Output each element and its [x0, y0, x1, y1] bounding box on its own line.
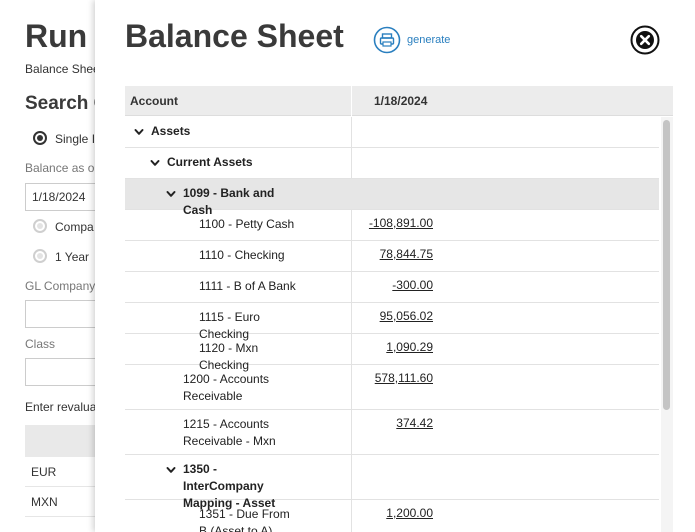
radio-single[interactable]	[33, 131, 47, 145]
row-account-label: 1351 - Due From B (Asset to A)	[199, 507, 290, 532]
row-divider	[351, 500, 352, 532]
tree-row[interactable]: Assets	[125, 117, 659, 148]
column-header-account[interactable]: Account	[130, 94, 178, 108]
row-divider	[351, 303, 352, 333]
print-icon	[373, 26, 401, 54]
scrollbar-thumb[interactable]	[663, 120, 670, 410]
row-account-label: 1110 - Checking	[199, 248, 285, 262]
row-amount-link[interactable]: 78,844.75	[380, 247, 433, 261]
tree-row[interactable]: 1200 - Accounts Receivable 578,111.60	[125, 365, 659, 410]
chevron-down-icon[interactable]	[150, 158, 160, 168]
chevron-down-icon[interactable]	[134, 127, 144, 137]
tree-row[interactable]: 1100 - Petty Cash -108,891.00	[125, 210, 659, 241]
row-account-label: 1215 - Accounts Receivable - Mxn	[183, 417, 276, 448]
chevron-down-icon[interactable]	[166, 189, 176, 199]
row-amount-link[interactable]: 1,200.00	[386, 506, 433, 520]
row-divider	[351, 210, 352, 240]
grid-scrollbar[interactable]	[661, 117, 673, 532]
tree-row[interactable]: 1350 - InterCompany Mapping - Asset	[125, 455, 659, 510]
column-divider	[351, 86, 352, 116]
page-subtitle: Balance Shee	[25, 62, 100, 76]
class-label: Class	[25, 337, 56, 351]
tree-row[interactable]: 1351 - Due From B (Asset to A) 1,200.00	[125, 500, 659, 532]
row-account-label: Current Assets	[167, 155, 253, 169]
close-button[interactable]	[630, 25, 660, 55]
row-account-label: Assets	[151, 124, 191, 138]
row-amount-link[interactable]: -108,891.00	[369, 216, 433, 230]
generate-label: generate	[407, 34, 451, 46]
balance-sheet-grid: Account 1/18/2024 Assets Current Assets 10…	[125, 86, 673, 532]
row-account-label: 1100 - Petty Cash	[199, 217, 295, 231]
row-divider	[351, 272, 352, 302]
row-divider	[351, 148, 352, 178]
tree-row[interactable]: 1215 - Accounts Receivable - Mxn 374.42	[125, 410, 659, 455]
radio-year-label: 1 Year	[55, 250, 90, 264]
row-amount-link[interactable]: 95,056.02	[380, 309, 433, 323]
grid-header: Account 1/18/2024	[125, 86, 673, 116]
row-divider	[351, 455, 352, 499]
column-header-date[interactable]: 1/18/2024	[374, 94, 427, 108]
close-icon	[630, 25, 660, 55]
tree-row[interactable]: 1099 - Bank and Cash	[125, 179, 659, 217]
row-amount-link[interactable]: 1,090.29	[386, 340, 433, 354]
row-amount-link[interactable]: 578,111.60	[375, 371, 433, 385]
row-divider	[351, 410, 352, 454]
gl-company-label: GL Company	[25, 279, 96, 293]
tree-row[interactable]: 1115 - Euro Checking 95,056.02	[125, 303, 659, 341]
row-account-label: 1111 - B of A Bank	[199, 279, 296, 293]
row-divider	[351, 365, 352, 409]
row-divider	[351, 117, 352, 147]
row-account-label: 1200 - Accounts Receivable	[183, 372, 270, 403]
page-title: Run	[25, 18, 88, 54]
tree-row[interactable]: 1120 - Mxn Checking 1,090.29	[125, 334, 659, 372]
generate-button[interactable]: generate	[373, 26, 450, 54]
row-divider	[351, 179, 352, 209]
balance-sheet-modal: Balance Sheet generate Account 1/18/2024…	[95, 0, 695, 532]
tree-row[interactable]: 1111 - B of A Bank -300.00	[125, 272, 659, 303]
radio-year[interactable]	[33, 249, 47, 263]
balance-as-of-label: Balance as o	[25, 161, 95, 175]
row-amount-link[interactable]: -300.00	[392, 278, 433, 292]
chevron-down-icon[interactable]	[166, 465, 176, 475]
radio-company-label: Compa	[55, 220, 94, 234]
row-divider	[351, 334, 352, 364]
radio-single-label: Single I	[55, 132, 96, 146]
tree-row[interactable]: 1110 - Checking 78,844.75	[125, 241, 659, 272]
tree-row[interactable]: Current Assets	[125, 148, 659, 179]
row-divider	[351, 241, 352, 271]
modal-title: Balance Sheet	[125, 18, 344, 54]
radio-company[interactable]	[33, 219, 47, 233]
row-amount-link[interactable]: 374.42	[396, 416, 433, 430]
grid-rows: Assets Current Assets 1099 - Bank and Cash…	[125, 117, 659, 532]
revalue-label: Enter revalua	[25, 400, 97, 414]
